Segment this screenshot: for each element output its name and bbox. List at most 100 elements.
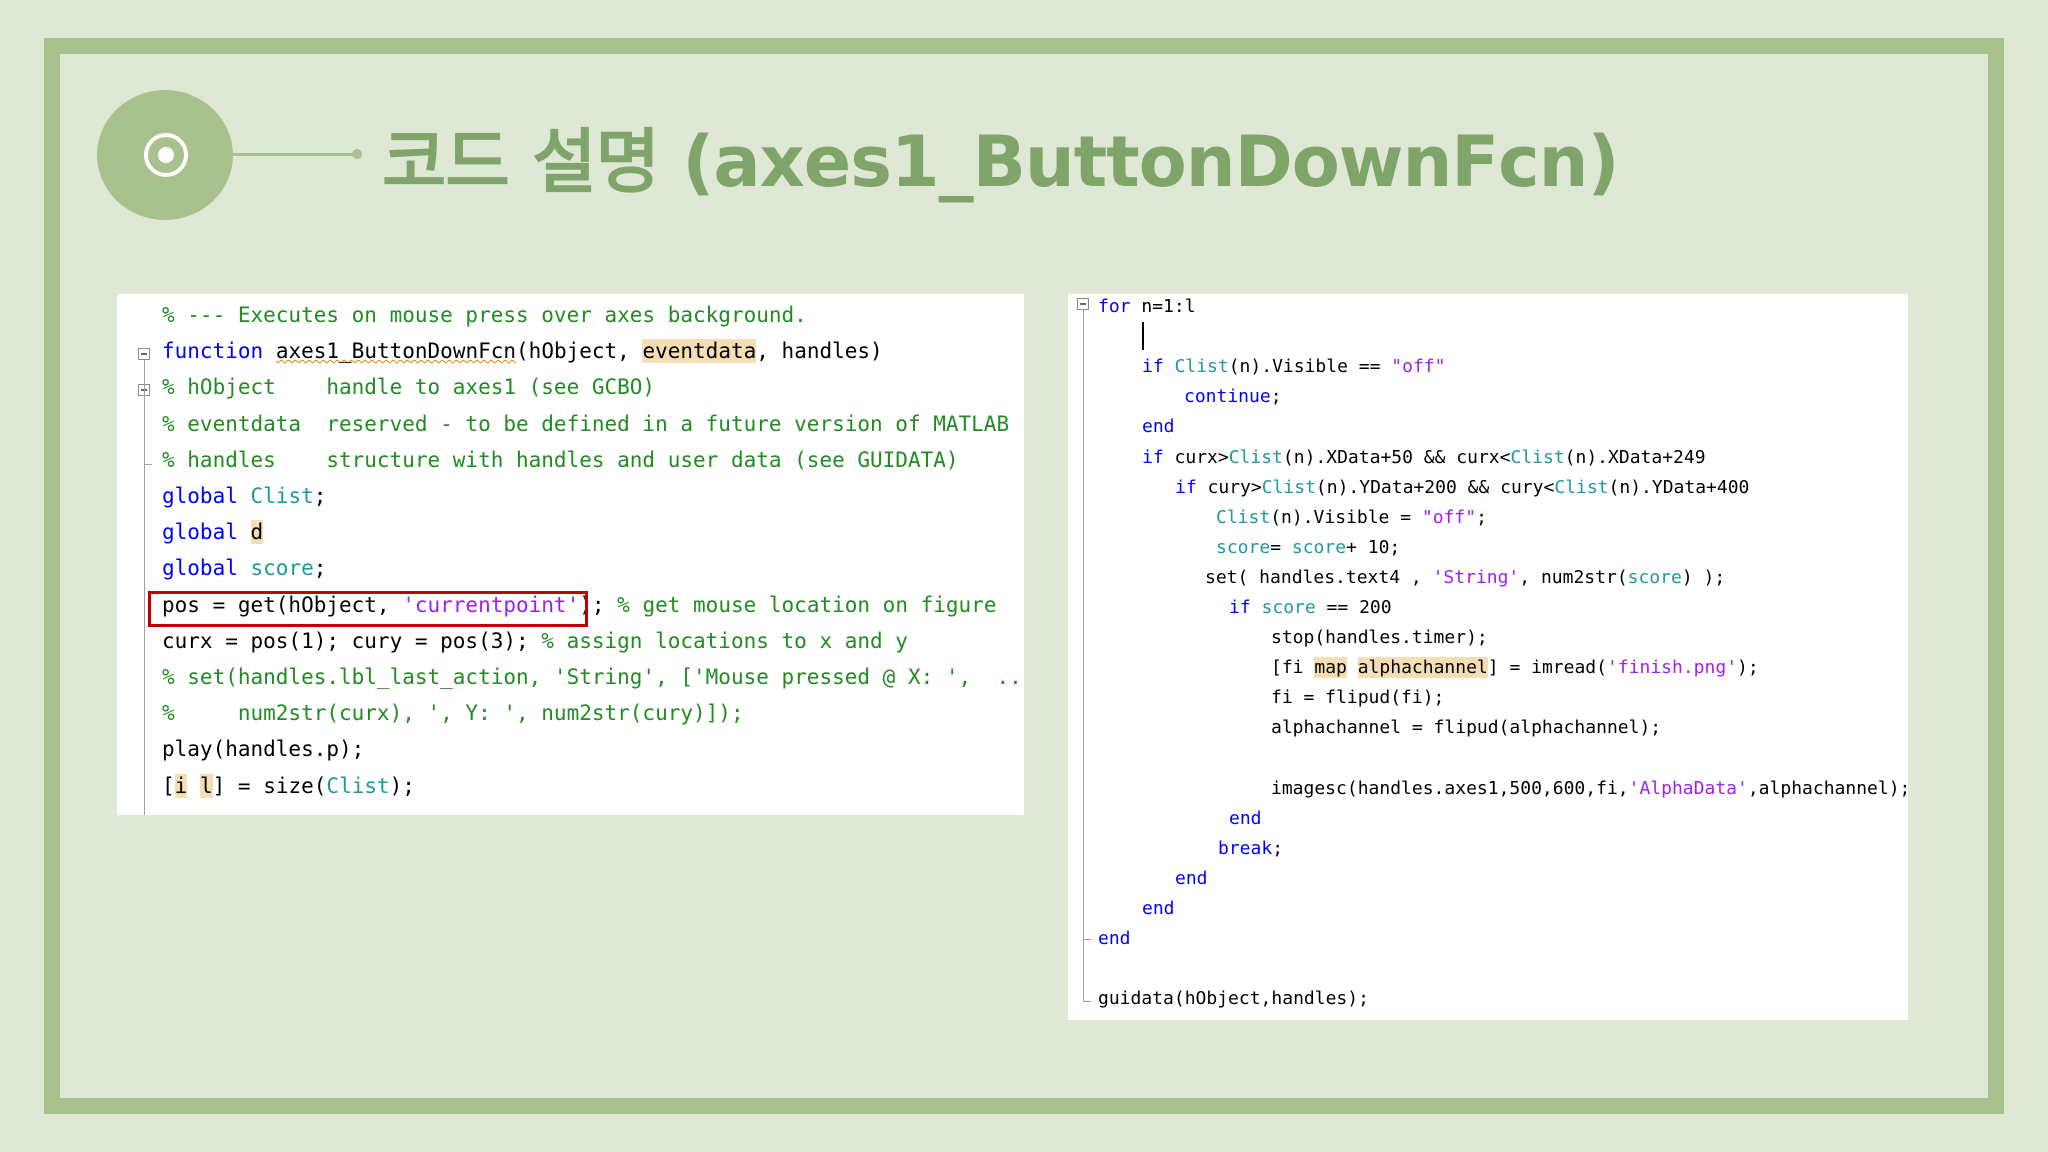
- code-token: ;: [1476, 506, 1487, 528]
- code-token: 'String': [1432, 566, 1520, 588]
- code-line: guidata(hObject,handles);: [1098, 986, 1369, 1012]
- code-token: ] = imread(: [1487, 657, 1607, 679]
- page-title: 코드 설명 (axes1_ButtonDownFcn): [382, 121, 1619, 203]
- code-token: Clist: [250, 484, 314, 508]
- code-token: n=1:l: [1130, 296, 1196, 317]
- code-token: Clist: [1261, 476, 1316, 498]
- code-token: global: [162, 556, 238, 581]
- code-token: (hObject,: [516, 339, 643, 364]
- code-token: , num2str(: [1519, 566, 1628, 588]
- code-token: % hObject handle to axes1 (see GCBO): [162, 375, 656, 400]
- code-token: % num2str(curx), ', Y: ', num2str(cury)]…: [162, 701, 744, 726]
- code-line: end: [1098, 926, 1131, 952]
- code-token: (n).XData+50 && curx<: [1282, 446, 1511, 468]
- title-connector-line: [233, 153, 355, 156]
- code-token: curx = pos(1); cury = pos(3);: [162, 628, 542, 653]
- code-token: ,alphachannel);: [1747, 777, 1908, 799]
- code-token: % handles structure with handles and use…: [162, 447, 959, 472]
- text-cursor: [1142, 322, 1144, 350]
- code-line: % --- Executes on mouse press over axes …: [162, 300, 807, 330]
- code-token: l: [199, 773, 213, 798]
- code-line: if cury>Clist(n).YData+200 && cury<Clist…: [1175, 475, 1749, 501]
- code-line: end: [1142, 896, 1175, 922]
- code-line: for n=1:l: [1098, 294, 1196, 320]
- code-token: d: [250, 520, 264, 545]
- code-token: =: [1270, 536, 1292, 558]
- code-token: == 200: [1315, 597, 1392, 618]
- fold-toggle[interactable]: [138, 348, 150, 360]
- code-token: end: [1229, 807, 1262, 829]
- code-line: if Clist(n).Visible == "off": [1142, 354, 1445, 380]
- code-line: Clist(n).Visible = "off";: [1216, 505, 1487, 531]
- code-line: % eventdata reserved - to be defined in …: [162, 409, 1009, 439]
- code-token: global: [162, 520, 238, 545]
- code-line: if curx>Clist(n).XData+50 && curx<Clist(…: [1142, 445, 1706, 471]
- code-token: Clist: [1216, 506, 1271, 528]
- code-token: imagesc(handles.axes1,500,600,fi,: [1271, 777, 1629, 799]
- code-token: axes1_ButtonDownFcn: [275, 339, 517, 364]
- code-line: set( handles.text4 , 'String', num2str(s…: [1205, 565, 1725, 591]
- code-token: end: [1175, 867, 1208, 889]
- code-token: set( handles.text4 ,: [1205, 566, 1433, 588]
- code-token: global: [162, 484, 238, 508]
- code-token: Clist: [326, 773, 390, 798]
- code-token: break: [1218, 837, 1273, 859]
- code-token: % --- Executes on mouse press over axes …: [162, 303, 807, 327]
- code-token: for: [1098, 296, 1131, 317]
- code-token: % assign locations to x and y: [541, 628, 908, 653]
- code-token: (n).Visible ==: [1228, 356, 1392, 378]
- code-token: 'AlphaData': [1628, 777, 1748, 799]
- code-token: score: [1627, 566, 1682, 588]
- code-token: if: [1229, 597, 1251, 618]
- left-code-panel: % --- Executes on mouse press over axes …: [117, 294, 1024, 815]
- code-token: % eventdata reserved - to be defined in …: [162, 411, 1010, 436]
- code-token: , handles): [756, 339, 883, 364]
- code-line: % set(handles.lbl_last_action, 'String',…: [162, 662, 1024, 692]
- code-line: fi = flipud(fi);: [1271, 685, 1444, 711]
- code-token: play(handles.p);: [162, 737, 365, 762]
- code-token: [fi: [1271, 657, 1315, 679]
- code-token: cury>: [1196, 476, 1262, 498]
- code-token: "off": [1391, 356, 1446, 378]
- code-token: (n).XData+249: [1564, 446, 1706, 468]
- code-token: ;: [313, 484, 327, 508]
- code-token: Clist: [1228, 446, 1283, 468]
- code-token: Clist: [1510, 446, 1565, 468]
- code-line: continue;: [1184, 384, 1282, 410]
- code-token: ) );: [1681, 566, 1726, 588]
- code-line: function axes1_ButtonDownFcn(hObject, ev…: [162, 336, 883, 366]
- code-line: end: [1175, 866, 1208, 892]
- code-token: % set(handles.lbl_last_action, 'String',…: [162, 665, 1024, 689]
- code-token: eventdata: [642, 339, 757, 364]
- code-token: + 10;: [1346, 536, 1401, 558]
- code-token: continue: [1184, 386, 1271, 408]
- code-token: function: [162, 339, 264, 364]
- code-token: end: [1142, 898, 1175, 919]
- code-token: end: [1098, 928, 1131, 950]
- fold-gutter-line: [1083, 310, 1084, 1002]
- fold-toggle[interactable]: [1077, 298, 1089, 310]
- code-line: global score;: [162, 553, 326, 583]
- code-line: % handles structure with handles and use…: [162, 445, 959, 475]
- code-token: );: [1737, 657, 1759, 679]
- code-line: end: [1229, 806, 1262, 832]
- currentpoint-highlight-box: [148, 591, 588, 627]
- fold-gutter-tick: [1083, 939, 1091, 940]
- code-line: score= score+ 10;: [1216, 535, 1400, 561]
- code-line: [i l] = size(Clist);: [162, 771, 415, 801]
- code-token: curx>: [1163, 446, 1229, 468]
- code-token: (n).YData+400: [1608, 476, 1750, 498]
- code-token: score: [1291, 536, 1347, 558]
- code-line: alphachannel = flipud(alphachannel);: [1271, 715, 1661, 741]
- code-token: guidata(hObject,handles);: [1098, 988, 1369, 1010]
- code-token: score: [250, 556, 314, 581]
- code-line: stop(handles.timer);: [1271, 625, 1488, 651]
- fold-gutter-tick: [1083, 1001, 1091, 1002]
- fold-gutter-line: [144, 360, 145, 815]
- code-token: ;: [313, 556, 327, 581]
